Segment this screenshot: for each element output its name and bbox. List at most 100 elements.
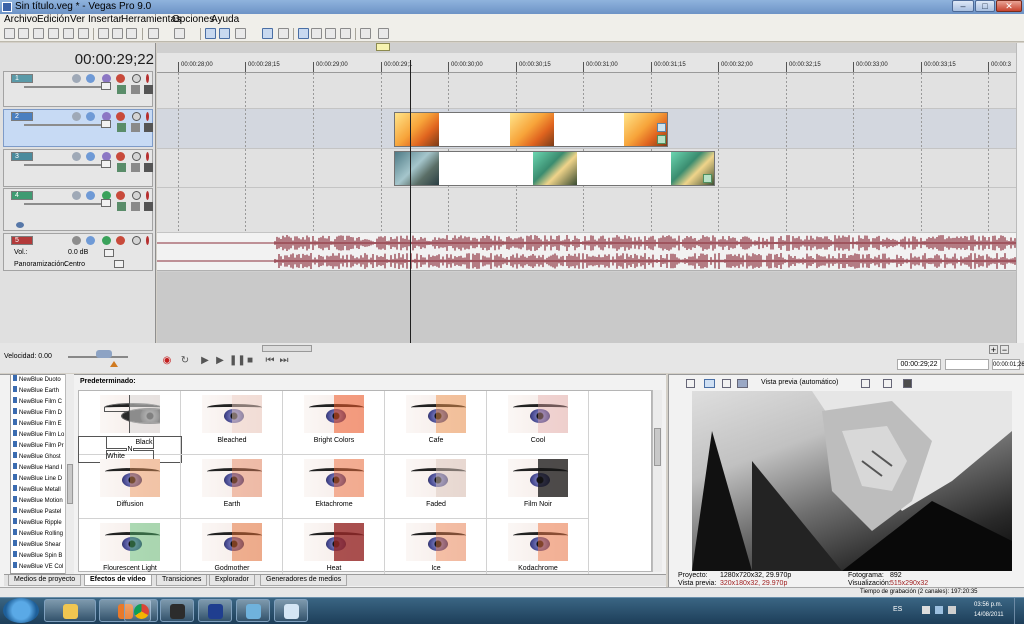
- track-level-knob[interactable]: [101, 160, 111, 168]
- undo-icon[interactable]: [148, 28, 159, 39]
- preset-cool[interactable]: Cool: [487, 391, 589, 455]
- preset-film-noir[interactable]: Film Noir: [487, 455, 589, 519]
- speed-shuttle-icon[interactable]: [96, 350, 112, 358]
- preview-fx-icon[interactable]: [686, 379, 695, 388]
- event-fx-icon[interactable]: [657, 135, 666, 144]
- redo-icon[interactable]: [174, 28, 185, 39]
- online-help-icon[interactable]: [360, 28, 371, 39]
- clock-date[interactable]: 14/08/2011: [974, 612, 1004, 618]
- list-item[interactable]: NewBlue Metall: [13, 485, 61, 495]
- event-pan-crop-icon[interactable]: [657, 123, 666, 132]
- list-item[interactable]: NewBlue Film E: [13, 419, 62, 429]
- save-snapshot-icon[interactable]: [903, 379, 912, 388]
- audio-track-5-header[interactable]: 5 Vol.: 0.0 dB Panoramización: Centro: [3, 233, 153, 271]
- save-icon[interactable]: [33, 28, 44, 39]
- scroll-thumb[interactable]: [67, 464, 73, 504]
- paste-icon[interactable]: [126, 28, 137, 39]
- list-item[interactable]: NewBlue Shear: [13, 540, 61, 550]
- language-indicator[interactable]: ES: [893, 606, 902, 613]
- video-track-4-header[interactable]: 4: [3, 188, 153, 231]
- tab-medios-de-proyecto[interactable]: Medios de proyecto: [8, 575, 82, 586]
- track-level-slider[interactable]: [24, 164, 110, 166]
- cursor-position-field[interactable]: 00:00:29;22: [897, 359, 941, 370]
- list-item[interactable]: NewBlue VE Col: [13, 562, 63, 572]
- envelope-edit-tool-icon[interactable]: [311, 28, 322, 39]
- menu-insertar[interactable]: Insertar: [88, 14, 122, 26]
- split-screen-icon[interactable]: [722, 379, 731, 388]
- event-fx-icon[interactable]: [703, 174, 712, 183]
- paint-taskbar-icon[interactable]: [274, 599, 308, 622]
- list-item[interactable]: NewBlue Film D: [13, 408, 62, 418]
- tab-explorador[interactable]: Explorador: [209, 575, 255, 586]
- menu-ver[interactable]: Ver: [70, 14, 85, 26]
- expand-track-icon[interactable]: [16, 222, 24, 228]
- explorer-taskbar-icon[interactable]: [44, 599, 96, 622]
- copy-snapshot-icon[interactable]: [883, 379, 892, 388]
- photoshop-taskbar-icon[interactable]: [198, 599, 232, 622]
- preset-cafe[interactable]: Cafe: [385, 391, 487, 455]
- video-clip-track3[interactable]: [394, 151, 715, 186]
- time-ruler[interactable]: 00:00:28;00 00:00:28;15 00:00:29;00 00:0…: [157, 53, 1016, 73]
- save-as-icon[interactable]: [48, 28, 59, 39]
- preset-earth[interactable]: Earth: [181, 455, 283, 519]
- list-item[interactable]: NewBlue Motion: [13, 496, 63, 506]
- marker-flag-icon[interactable]: [376, 43, 390, 51]
- list-item[interactable]: NewBlue Film Pr: [13, 441, 64, 451]
- track-level-knob[interactable]: [101, 82, 111, 90]
- video-clip-track2[interactable]: [394, 112, 668, 147]
- volume-knob[interactable]: [104, 249, 114, 257]
- list-item[interactable]: NewBlue Film C: [13, 397, 62, 407]
- list-item[interactable]: NewBlue Pastel: [13, 507, 61, 517]
- playhead-cursor[interactable]: [410, 60, 411, 343]
- show-desktop-button[interactable]: [1014, 598, 1024, 624]
- cut-icon[interactable]: [98, 28, 109, 39]
- go-to-end-icon[interactable]: ⏭: [279, 356, 289, 366]
- fx-list-scrollbar[interactable]: [65, 374, 74, 574]
- track-level-slider[interactable]: [24, 124, 110, 126]
- preset-faded[interactable]: Faded: [385, 455, 487, 519]
- selection-length-field[interactable]: 00:00:01;26: [992, 359, 1024, 370]
- normal-edit-tool-icon[interactable]: [298, 28, 309, 39]
- tab-generadores-de-medios[interactable]: Generadores de medios: [260, 575, 348, 586]
- track-level-slider[interactable]: [24, 86, 110, 88]
- video-track-1-lane[interactable]: [157, 73, 1016, 109]
- enable-snapping-icon[interactable]: [205, 28, 216, 39]
- list-item[interactable]: NewBlue Film Lo: [13, 430, 64, 440]
- network-icon[interactable]: [935, 606, 943, 614]
- start-button-icon[interactable]: [3, 598, 39, 623]
- preview-quality-dropdown[interactable]: Vista previa (automático): [761, 379, 838, 386]
- list-item[interactable]: NewBlue Spin B: [13, 551, 62, 561]
- menu-opciones[interactable]: Opciones: [172, 14, 214, 26]
- track-level-slider[interactable]: [24, 203, 110, 205]
- auto-crossfade-icon[interactable]: [219, 28, 230, 39]
- video-track-3-header[interactable]: 3: [3, 149, 153, 187]
- open-folder-icon[interactable]: [18, 28, 29, 39]
- selection-start-field[interactable]: [945, 359, 989, 370]
- preset-diffusion[interactable]: Diffusion: [79, 455, 181, 519]
- zoom-out-icon[interactable]: −: [1000, 345, 1009, 355]
- preset-grid-scrollbar[interactable]: [652, 390, 662, 572]
- remote-desktop-taskbar-icon[interactable]: [236, 599, 270, 622]
- zoom-in-icon[interactable]: +: [989, 345, 998, 355]
- preset-bleached[interactable]: Bleached: [181, 391, 283, 455]
- vegas-taskbar-icon[interactable]: [160, 599, 194, 622]
- video-track-1-header[interactable]: 1: [3, 71, 153, 107]
- scroll-thumb[interactable]: [654, 428, 661, 466]
- menu-edicion[interactable]: Edición: [37, 14, 70, 26]
- list-item[interactable]: NewBlue Hand I: [13, 463, 62, 473]
- preset-ektachrome[interactable]: Ektachrome: [283, 455, 385, 519]
- lock-envelopes-icon[interactable]: [262, 28, 273, 39]
- list-item[interactable]: NewBlue Line D: [13, 474, 62, 484]
- video-track-2-header[interactable]: 2: [3, 109, 153, 147]
- chrome-taskbar-icon[interactable]: [124, 599, 158, 622]
- list-item[interactable]: NewBlue Ripple: [13, 518, 62, 528]
- list-item[interactable]: NewBlue Duoto: [13, 375, 61, 385]
- pan-knob[interactable]: [114, 260, 124, 268]
- track-level-knob[interactable]: [101, 120, 111, 128]
- menu-ayuda[interactable]: Ayuda: [211, 14, 239, 26]
- whats-this-help-icon[interactable]: [378, 28, 389, 39]
- volume-icon[interactable]: [948, 606, 956, 614]
- copy-icon[interactable]: [112, 28, 123, 39]
- close-button[interactable]: ✕: [996, 0, 1022, 12]
- stop-icon[interactable]: ■: [245, 356, 255, 366]
